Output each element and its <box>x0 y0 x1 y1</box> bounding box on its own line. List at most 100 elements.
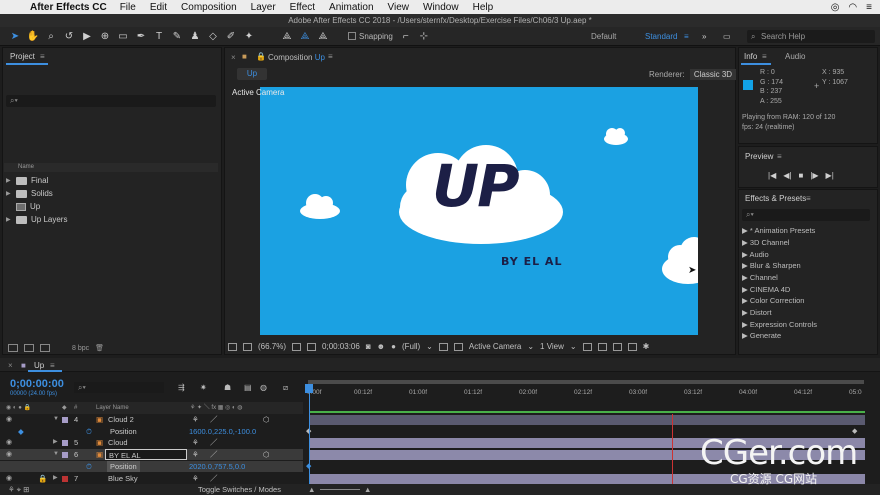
interpret-footage-icon[interactable] <box>8 344 18 352</box>
menu-layer[interactable]: Layer <box>251 2 276 13</box>
workspace-menu-icon[interactable]: ≡ <box>684 32 689 41</box>
layer-row-cloud[interactable]: ◉ ▶ 5 ▣ Cloud ⚘ ／ <box>0 437 303 448</box>
effects-search-input[interactable]: ⌕▾ <box>742 209 870 221</box>
comp-navigator-tab[interactable]: Up <box>237 68 267 80</box>
menu-animation[interactable]: Animation <box>329 2 373 13</box>
workspace-overflow-icon[interactable]: » <box>702 32 706 41</box>
pan-behind-tool-icon[interactable]: ⊕ <box>98 29 112 43</box>
renderer-value[interactable]: Classic 3D <box>689 69 737 80</box>
zoom-slider[interactable] <box>320 489 360 490</box>
label-color[interactable] <box>62 417 68 423</box>
timeline-timecode[interactable]: 0;00:00:00 <box>10 378 64 390</box>
tab-effects-presets[interactable]: Effects & Presets <box>745 194 806 203</box>
dropdown-icon[interactable]: ⌄ <box>527 342 534 351</box>
visibility-icon[interactable]: ◉ <box>6 414 12 425</box>
toggle-switches-modes[interactable]: Toggle Switches / Modes <box>198 485 281 494</box>
shy-switch-icon[interactable]: ⚘ <box>192 437 199 448</box>
current-time-indicator[interactable] <box>305 384 313 393</box>
search-help-input[interactable]: ⌕ Search Help <box>747 30 875 43</box>
quality-switch-icon[interactable]: ／ <box>210 449 218 460</box>
exposure-icon[interactable]: ✱ <box>643 342 650 351</box>
layer-row-by-el-al[interactable]: ◉ ▼ 6 ▣ BY EL AL ⚘ ／ ⬡ <box>0 449 303 460</box>
info-menu-icon[interactable]: ≡ <box>762 52 767 61</box>
property-value[interactable]: 2020.0,757.5,0.0 <box>189 461 245 472</box>
list-icon[interactable]: ≡ <box>866 2 872 13</box>
resolution-select[interactable]: (Full) <box>402 342 420 351</box>
effects-item[interactable]: ▶ * Animation Presets <box>742 226 815 235</box>
comp-mini-flowchart-icon[interactable]: ⇶ <box>178 383 185 392</box>
expand-arrow-icon[interactable]: ▶ <box>6 177 12 184</box>
layer-name-edit-field[interactable]: BY EL AL <box>105 449 187 460</box>
menu-view[interactable]: View <box>388 2 410 13</box>
visibility-icon[interactable]: ◉ <box>6 449 12 460</box>
zoom-in-icon[interactable]: ▲ <box>364 485 371 494</box>
pen-tool-icon[interactable]: ✒ <box>134 29 148 43</box>
effects-item[interactable]: ▶ Audio <box>742 250 769 259</box>
snap-options-icon[interactable]: ⌐ <box>399 29 413 43</box>
3d-layer-switch-icon[interactable]: ⬡ <box>263 414 270 425</box>
tab-preview[interactable]: Preview <box>745 152 773 161</box>
previous-frame-icon[interactable]: ◀| <box>783 171 791 180</box>
renderer-control[interactable]: Renderer: Classic 3D <box>649 69 737 80</box>
menu-help[interactable]: Help <box>473 2 494 13</box>
quality-switch-icon[interactable]: ／ <box>210 437 218 448</box>
effects-item[interactable]: ▶ CINEMA 4D <box>742 285 790 294</box>
tab-timeline-up[interactable]: Up <box>34 361 44 370</box>
rotate-tool-icon[interactable]: ↺ <box>62 29 76 43</box>
layer-name[interactable]: Cloud <box>108 437 128 448</box>
label-color[interactable] <box>62 452 68 458</box>
quality-switch-icon[interactable]: ／ <box>210 414 218 425</box>
clone-stamp-tool-icon[interactable]: ♟ <box>188 29 202 43</box>
menu-effect[interactable]: Effect <box>290 2 315 13</box>
property-row-position[interactable]: ⏱ Position 2020.0,757.5,0.0 <box>0 461 303 472</box>
last-frame-icon[interactable]: ▶| <box>826 171 834 180</box>
snapping-checkbox[interactable] <box>348 32 356 40</box>
world-axis-icon[interactable]: ⟁ <box>298 29 312 43</box>
layer-name-header[interactable]: Layer Name <box>96 402 129 414</box>
shy-switch-icon[interactable]: ⚘ <box>192 449 199 460</box>
ring-icon[interactable]: ◎ <box>831 2 840 13</box>
shy-layers-icon[interactable]: ☗ <box>224 383 231 392</box>
composition-tab[interactable]: Composition Up <box>268 53 325 62</box>
layer-bar-cloud-2[interactable] <box>309 415 865 425</box>
effects-item[interactable]: ▶ Distort <box>742 308 772 317</box>
effects-item[interactable]: ▶ Generate <box>742 331 781 340</box>
camera-tool-icon[interactable]: ▶ <box>80 29 94 43</box>
rectangle-tool-icon[interactable]: ▭ <box>116 29 130 43</box>
draft-3d-icon[interactable]: ✷ <box>200 383 207 392</box>
show-snapshot-icon[interactable]: ☻ <box>377 342 385 351</box>
fast-preview-icon[interactable] <box>612 342 622 351</box>
close-tab-icon[interactable]: × <box>231 53 236 62</box>
layer-name[interactable]: Blue Sky <box>108 473 138 484</box>
new-folder-icon[interactable] <box>24 344 34 352</box>
type-tool-icon[interactable]: T <box>152 29 166 43</box>
reset-exposure-icon[interactable] <box>597 342 607 351</box>
snapping-toggle[interactable]: Snapping <box>348 32 393 41</box>
stopwatch-icon[interactable]: ⏱ <box>86 426 92 437</box>
motion-blur-icon[interactable]: ◍ <box>260 383 267 392</box>
effects-item[interactable]: ▶ Channel <box>742 273 778 282</box>
mask-view-icon[interactable] <box>243 342 252 351</box>
dropdown-icon[interactable]: ⌄ <box>570 342 577 351</box>
effects-item[interactable]: ▶ Blur & Sharpen <box>742 261 801 270</box>
selection-tool-icon[interactable]: ➤ <box>8 29 22 43</box>
3d-layer-switch-icon[interactable]: ⬡ <box>263 449 270 460</box>
view-axis-icon[interactable]: ⟁ <box>316 29 330 43</box>
work-area-bar[interactable] <box>308 380 864 384</box>
menu-edit[interactable]: Edit <box>150 2 167 13</box>
twirl-closed-icon[interactable]: ▶ <box>53 437 58 448</box>
effects-item[interactable]: ▶ Expression Controls <box>742 320 817 329</box>
project-search-input[interactable]: ⌕▾ <box>6 95 216 107</box>
keyframe-nav-icon[interactable]: ◆ <box>18 426 24 437</box>
trash-icon[interactable]: 🗑 <box>95 344 104 352</box>
lock-icon[interactable]: 🔒 <box>256 52 266 61</box>
always-preview-icon[interactable] <box>228 342 237 351</box>
region-icon[interactable] <box>307 342 317 351</box>
expand-arrow-icon[interactable]: ▶ <box>6 216 12 223</box>
zoom-tool-icon[interactable]: ⌕ <box>44 29 58 43</box>
wifi-icon[interactable]: ◠ <box>848 2 857 13</box>
tab-audio[interactable]: Audio <box>785 52 805 61</box>
close-tab-icon[interactable]: × <box>8 361 13 370</box>
puppet-tool-icon[interactable]: ✦ <box>242 29 256 43</box>
panel-toggle-icon[interactable]: ▭ <box>723 32 731 41</box>
